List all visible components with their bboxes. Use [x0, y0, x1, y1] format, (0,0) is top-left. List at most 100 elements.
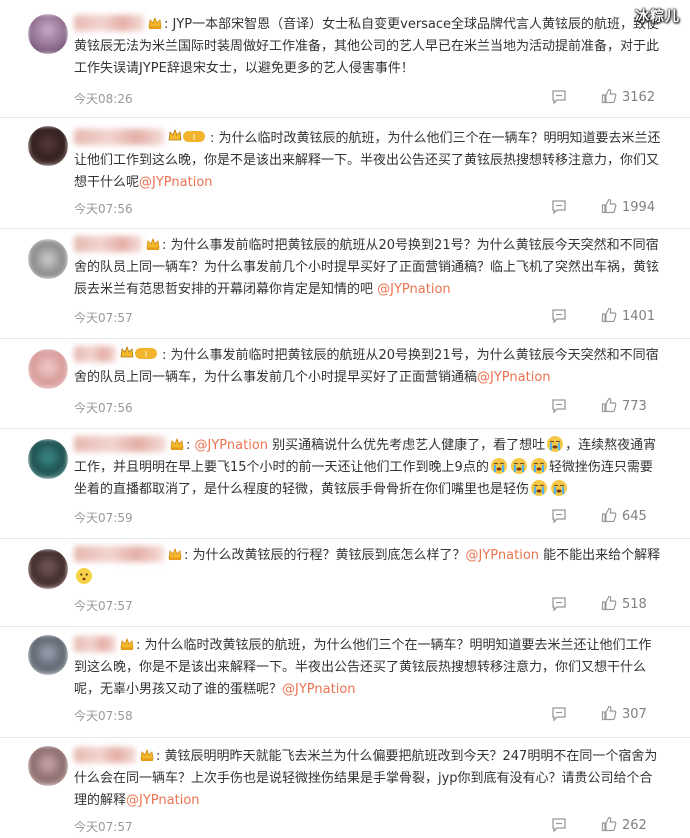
comment-feed: : JYP一本部宋智恩（音译）女士私自变更versace全球品牌代言人黄铉辰的航…	[0, 0, 690, 838]
like-count: 307	[622, 707, 647, 722]
timestamp: 今天07:57	[74, 599, 133, 613]
crown-icon	[148, 17, 162, 29]
crown-icon	[120, 638, 134, 650]
avatar[interactable]	[28, 635, 68, 675]
comment-text: : 为什么临时改黄铉辰的航班，为什么他们三个在一辆车？明明知道要去米兰还让他们工…	[74, 635, 664, 701]
comment-text: : 为什么改黄铉辰的行程？黄铉辰到底怎么样了？@JYPnation 能不能出来给…	[74, 545, 664, 589]
avatar[interactable]	[28, 746, 68, 786]
crown-icon	[146, 238, 160, 250]
svg-text:I: I	[193, 133, 195, 142]
thumbs-up-icon[interactable]	[601, 816, 617, 832]
like-count: 1401	[622, 309, 656, 324]
like-count: 262	[622, 818, 647, 833]
comment-text: I: 为什么临时改黄铉辰的航班，为什么他们三个在一辆车？明明知道要去米兰还让他们…	[74, 128, 664, 194]
comment-bubble-icon[interactable]	[551, 596, 567, 612]
username[interactable]	[74, 747, 136, 763]
thumbs-up-icon[interactable]	[601, 397, 617, 413]
comment-text: : 为什么事发前临时把黄铉辰的航班从20号换到21号？为什么黄铉辰今天突然和不同…	[74, 235, 664, 301]
comment-bubble-icon[interactable]	[551, 89, 567, 105]
comment-meta: 今天07:57 1401	[74, 307, 664, 327]
mention-link[interactable]: @JYPnation	[195, 438, 269, 453]
comment-item: : @JYPnation 别买通稿说什么优先考虑艺人健康了，看了想吐 ，连续熬夜通…	[0, 429, 690, 539]
comment-item: : JYP一本部宋智恩（音译）女士私自变更versace全球品牌代言人黄铉辰的航…	[0, 0, 690, 118]
comment-meta: 今天07:56 1994	[74, 198, 664, 218]
like-count: 1994	[622, 200, 656, 215]
comment-item: : 为什么改黄铉辰的行程？黄铉辰到底怎么样了？@JYPnation 能不能出来给…	[0, 539, 690, 627]
avatar[interactable]	[28, 349, 68, 389]
like-count: 773	[622, 399, 647, 414]
mention-link[interactable]: @JYPnation	[466, 548, 540, 563]
avatar[interactable]	[28, 14, 68, 54]
crown-icon	[140, 749, 154, 761]
avatar[interactable]	[28, 549, 68, 589]
comment-text: : JYP一本部宋智恩（音译）女士私自变更versace全球品牌代言人黄铉辰的航…	[74, 14, 664, 80]
thumbs-up-icon[interactable]	[601, 705, 617, 721]
comment-body: : 为什么事发前临时把黄铉辰的航班从20号换到21号，为什么黄铉辰今天突然和不同…	[74, 348, 659, 385]
crying-face-emoji	[531, 480, 548, 496]
username[interactable]	[74, 346, 116, 362]
timestamp: 今天07:58	[74, 709, 133, 723]
comment-text: : @JYPnation 别买通稿说什么优先考虑艺人健康了，看了想吐 ，连续熬夜通…	[74, 435, 664, 501]
comment-bubble-icon[interactable]	[551, 199, 567, 215]
comment-item: I: 为什么事发前临时把黄铉辰的航班从20号换到21号，为什么黄铉辰今天突然和不…	[0, 339, 690, 429]
comment-bubble-icon[interactable]	[551, 398, 567, 414]
timestamp: 今天08:26	[74, 92, 133, 106]
comment-item: : 黄铉辰明明昨天就能飞去米兰为什么偏要把航班改到今天？247明明不在同一个宿舍…	[0, 738, 690, 838]
comment-meta: 今天07:59 645	[74, 507, 664, 527]
thumbs-up-icon[interactable]	[601, 507, 617, 523]
thumbs-up-icon[interactable]	[601, 88, 617, 104]
crying-face-emoji	[551, 480, 568, 496]
crown-icon	[170, 438, 184, 450]
mention-link[interactable]: @JYPnation	[126, 793, 200, 808]
timestamp: 今天07:57	[74, 311, 133, 325]
avatar[interactable]	[28, 239, 68, 279]
comment-body: 能不能出来给个解释	[539, 548, 661, 563]
like-count: 518	[622, 597, 647, 612]
comment-body: : 为什么临时改黄铉辰的航班，为什么他们三个在一辆车？明明知道要去米兰还让他们工…	[74, 638, 652, 697]
comment-meta: 今天07:58 307	[74, 705, 664, 725]
fan-level-badge: I	[120, 345, 157, 359]
comment-meta: 今天08:26 3162	[74, 88, 664, 108]
username[interactable]	[74, 15, 144, 31]
avatar[interactable]	[28, 439, 68, 479]
timestamp: 今天07:56	[74, 202, 133, 216]
comment-bubble-icon[interactable]	[551, 508, 567, 524]
comment-body: : 为什么改黄铉辰的行程？黄铉辰到底怎么样了？	[184, 548, 466, 563]
watermark: 冰粽儿	[635, 9, 680, 25]
mention-link[interactable]: @JYPnation	[282, 682, 356, 697]
smiling-face-emoji	[76, 568, 92, 584]
comment-meta: 今天07:56 773	[74, 397, 664, 417]
username[interactable]	[74, 436, 166, 452]
mention-link[interactable]: @JYPnation	[139, 175, 213, 190]
fan-level-badge: I	[168, 128, 205, 142]
comment-body: 别买通稿说什么优先考虑艺人健康了，看了想吐	[268, 438, 546, 453]
comment-body: : 为什么事发前临时把黄铉辰的航班从20号换到21号？为什么黄铉辰今天突然和不同…	[74, 238, 660, 297]
comment-text: : 黄铉辰明明昨天就能飞去米兰为什么偏要把航班改到今天？247明明不在同一个宿舍…	[74, 746, 664, 812]
comment-item: : 为什么临时改黄铉辰的航班，为什么他们三个在一辆车？明明知道要去米兰还让他们工…	[0, 627, 690, 738]
comment-meta: 今天07:57 518	[74, 595, 664, 615]
comment-bubble-icon[interactable]	[551, 308, 567, 324]
mention-link[interactable]: @JYPnation	[477, 370, 551, 385]
crying-face-emoji	[490, 458, 507, 474]
thumbs-up-icon[interactable]	[601, 595, 617, 611]
username[interactable]	[74, 636, 116, 652]
comment-item: I: 为什么临时改黄铉辰的航班，为什么他们三个在一辆车？明明知道要去米兰还让他们…	[0, 118, 690, 229]
crown-icon	[168, 548, 182, 560]
username[interactable]	[74, 129, 164, 145]
comment-bubble-icon[interactable]	[551, 706, 567, 722]
crying-face-emoji	[510, 458, 527, 474]
username[interactable]	[74, 546, 164, 562]
crying-face-emoji	[530, 458, 547, 474]
timestamp: 今天07:56	[74, 401, 133, 415]
thumbs-up-icon[interactable]	[601, 198, 617, 214]
comment-text: I: 为什么事发前临时把黄铉辰的航班从20号换到21号，为什么黄铉辰今天突然和不…	[74, 345, 664, 389]
mention-link[interactable]: @JYPnation	[377, 282, 451, 297]
avatar[interactable]	[28, 126, 68, 166]
timestamp: 今天07:57	[74, 820, 133, 834]
thumbs-up-icon[interactable]	[601, 307, 617, 323]
timestamp: 今天07:59	[74, 511, 133, 525]
like-count: 645	[622, 509, 647, 524]
username[interactable]	[74, 236, 142, 252]
crying-face-emoji	[547, 436, 564, 452]
comment-bubble-icon[interactable]	[551, 817, 567, 833]
